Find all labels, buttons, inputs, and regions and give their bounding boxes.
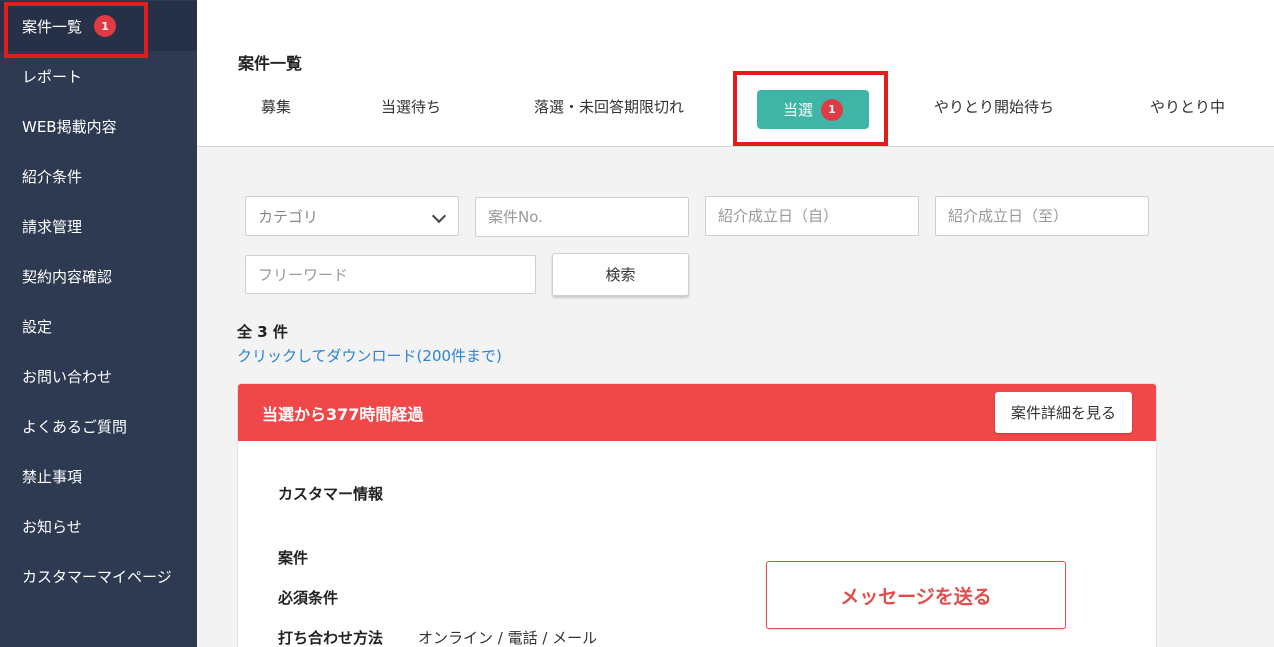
date-from-input-wrap: [705, 196, 919, 236]
tab-label: 当選: [782, 101, 813, 119]
date-to-input[interactable]: [948, 207, 1136, 225]
download-link[interactable]: クリックしてダウンロード(200件まで): [237, 345, 502, 366]
sidebar-item-label: 禁止事項: [22, 467, 83, 486]
elapsed-time-title: 当選から377時間経過: [262, 404, 424, 424]
sidebar-item-customer-mypage[interactable]: カスタマーマイページ: [0, 551, 197, 601]
chevron-down-icon: [431, 208, 447, 224]
sidebar-item-web-content[interactable]: WEB掲載内容: [0, 101, 197, 151]
sidebar-item-referral-conditions[interactable]: 紹介条件: [0, 151, 197, 201]
sidebar: 案件一覧 1 レポート WEB掲載内容 紹介条件 請求管理 契約内容確認 設定 …: [0, 0, 197, 647]
page-title: 案件一覧: [238, 54, 303, 73]
sidebar-item-billing[interactable]: 請求管理: [0, 201, 197, 251]
tab-awaiting-exchange[interactable]: やりとり開始待ち: [934, 96, 1054, 117]
send-message-button[interactable]: メッセージを送る: [766, 561, 1066, 629]
page-header: 案件一覧 募集 当選待ち 落選・未回答期限切れ 当選 1 やりとり開始待ち やり…: [197, 0, 1274, 147]
sidebar-item-label: 請求管理: [22, 217, 83, 236]
freeword-input-wrap: [245, 255, 536, 294]
result-count: 全 3 件: [237, 323, 288, 341]
sidebar-item-prohibited[interactable]: 禁止事項: [0, 451, 197, 501]
sidebar-item-label: 紹介条件: [22, 167, 83, 186]
sidebar-item-faq[interactable]: よくあるご質問: [0, 401, 197, 451]
freeword-input[interactable]: [258, 265, 523, 284]
sidebar-item-label: お問い合わせ: [22, 367, 113, 386]
sidebar-item-label: カスタマーマイページ: [22, 567, 172, 586]
sidebar-item-label: 設定: [22, 317, 53, 336]
sidebar-item-label: よくあるご質問: [22, 417, 128, 436]
notification-badge: 1: [821, 98, 843, 121]
tab-rejected-expired[interactable]: 落選・未回答期限切れ: [534, 96, 684, 117]
customer-info-label: カスタマー情報: [278, 485, 384, 503]
card-header: 当選から377時間経過 案件詳細を見る: [238, 384, 1156, 441]
category-select[interactable]: カテゴリ: [245, 196, 459, 236]
sidebar-item-label: お知らせ: [22, 517, 82, 536]
notification-badge: 1: [94, 15, 117, 37]
date-to-input-wrap: [935, 196, 1149, 236]
tab-in-exchange[interactable]: やりとり中: [1150, 96, 1225, 117]
case-no-input-wrap: [475, 197, 689, 237]
tab-selected[interactable]: 当選 1: [757, 90, 869, 129]
sidebar-item-label: レポート: [22, 67, 83, 86]
search-button[interactable]: 検索: [552, 253, 689, 296]
sidebar-item-report[interactable]: レポート: [0, 51, 197, 101]
sidebar-item-label: 案件一覧: [22, 17, 83, 36]
case-card: 当選から377時間経過 案件詳細を見る カスタマー情報 案件 必須条件 打ち合わ…: [237, 383, 1157, 647]
tab-awaiting-selection[interactable]: 当選待ち: [381, 96, 441, 117]
meeting-method-value: オンライン / 電話 / メール: [418, 629, 598, 647]
view-details-button[interactable]: 案件詳細を見る: [994, 392, 1132, 433]
date-from-input[interactable]: [718, 207, 906, 225]
sidebar-item-label: WEB掲載内容: [22, 117, 117, 136]
sidebar-item-contract[interactable]: 契約内容確認: [0, 251, 197, 301]
required-conditions-label: 必須条件: [278, 589, 339, 607]
case-no-input[interactable]: [488, 208, 676, 226]
meeting-method-label: 打ち合わせ方法: [278, 629, 384, 647]
case-label: 案件: [278, 549, 309, 567]
sidebar-item-contact[interactable]: お問い合わせ: [0, 351, 197, 401]
sidebar-item-news[interactable]: お知らせ: [0, 501, 197, 551]
sidebar-item-label: 契約内容確認: [22, 267, 113, 286]
tab-recruiting[interactable]: 募集: [261, 96, 291, 117]
category-placeholder: カテゴリ: [258, 207, 319, 226]
sidebar-item-settings[interactable]: 設定: [0, 301, 197, 351]
sidebar-item-cases[interactable]: 案件一覧 1: [0, 1, 197, 51]
